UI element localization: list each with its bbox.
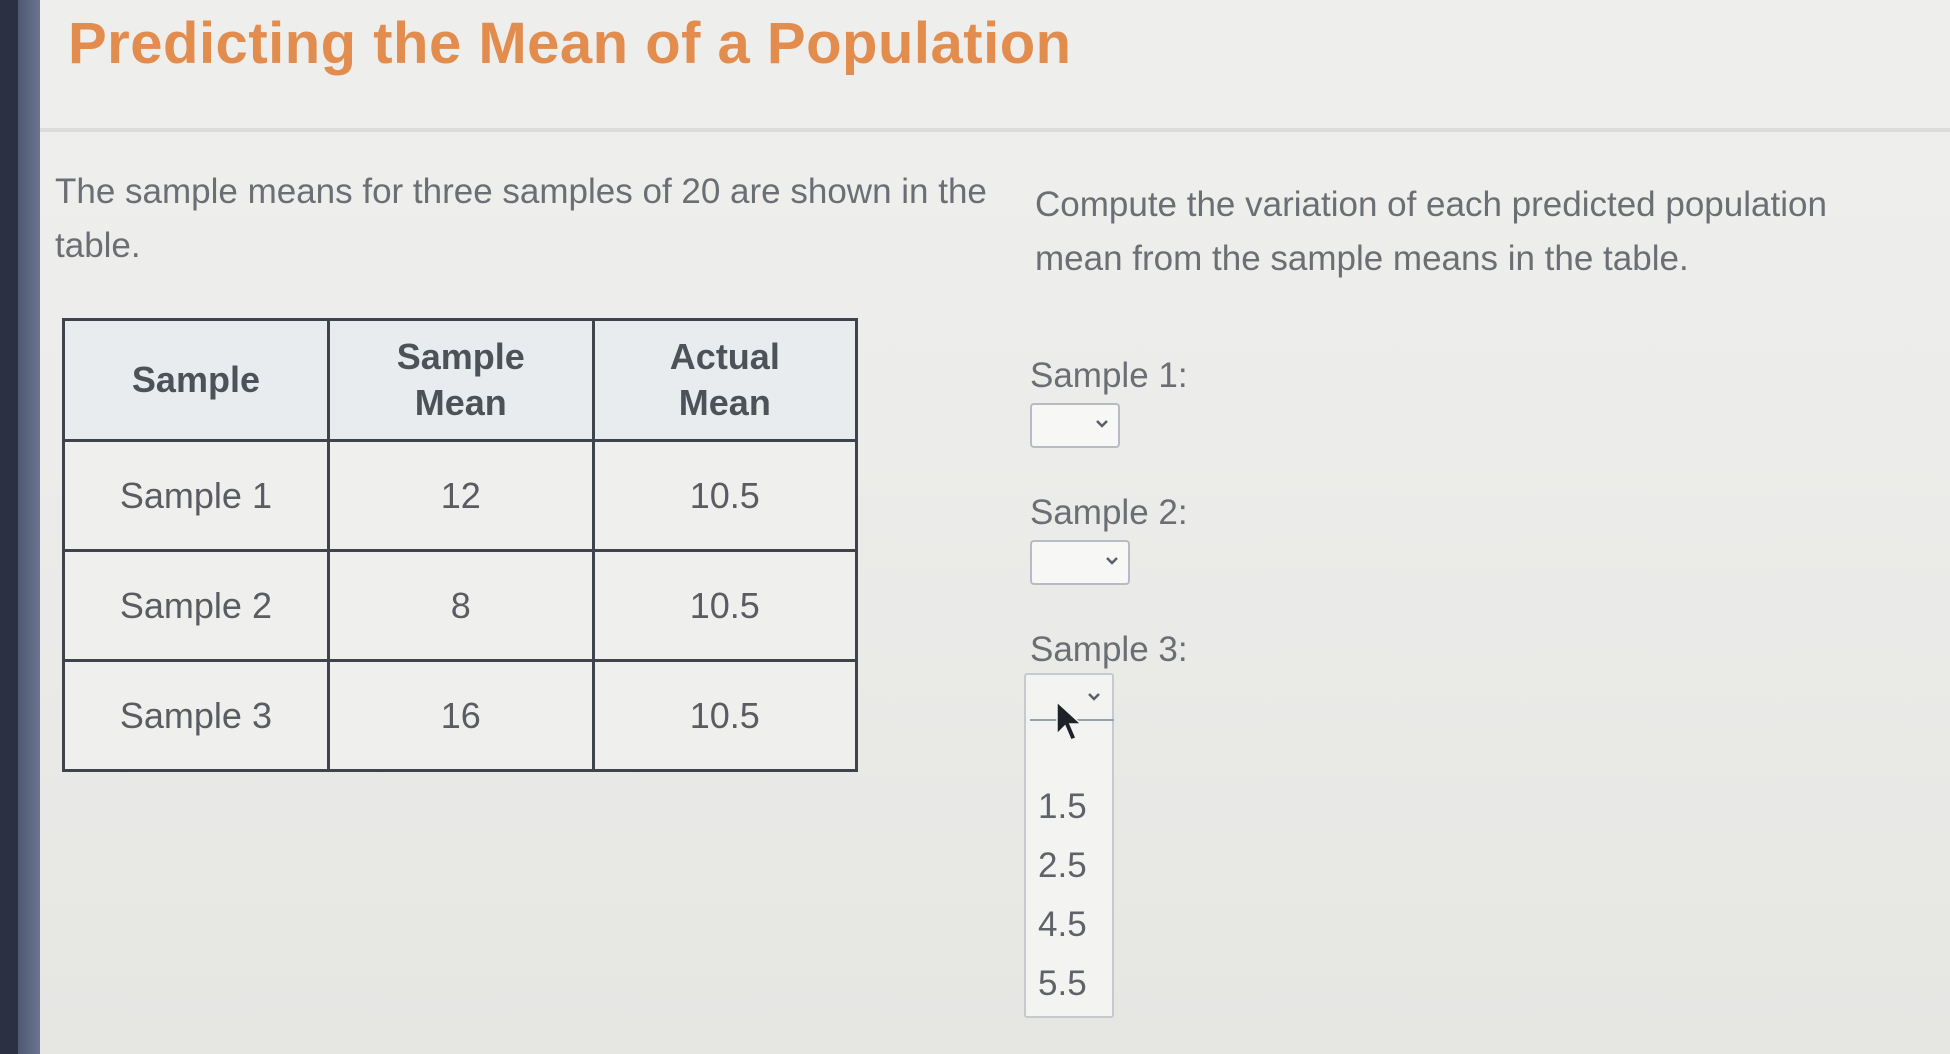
- cursor-arrow-icon: [1056, 700, 1083, 741]
- dropdown-option[interactable]: 1.5: [1038, 787, 1087, 827]
- table-header-row: Sample Sample Mean Actual Mean: [62, 318, 859, 442]
- dropdown-option[interactable]: 4.5: [1038, 905, 1087, 945]
- table-row: Sample 1 12 10.5: [62, 439, 859, 552]
- column-header-actual-mean: Actual Mean: [591, 318, 859, 442]
- chevron-down-icon: [1088, 693, 1100, 701]
- table-cell-actual-mean: 10.5: [591, 549, 859, 662]
- column-header-sample-mean: Sample Mean: [326, 318, 595, 442]
- table-cell-sample: Sample 3: [62, 659, 330, 772]
- page-header: Predicting the Mean of a Population: [40, 0, 1950, 132]
- table-cell-sample-mean: 12: [326, 439, 595, 552]
- table-cell-sample: Sample 2: [62, 549, 330, 662]
- sample-1-label: Sample 1:: [1030, 356, 1188, 395]
- bezel-edge: [0, 0, 18, 1054]
- sample-2-label: Sample 2:: [1030, 493, 1188, 532]
- table-cell-actual-mean: 10.5: [591, 439, 859, 552]
- dropdown-option[interactable]: 5.5: [1038, 964, 1087, 1004]
- column-header-sample: Sample: [62, 318, 330, 442]
- chevron-down-icon: [1096, 420, 1108, 428]
- table-row: Sample 3 16 10.5: [62, 659, 859, 772]
- table-cell-actual-mean: 10.5: [591, 659, 859, 772]
- table-cell-sample-mean: 16: [326, 659, 595, 772]
- screen: Predicting the Mean of a Population The …: [0, 0, 1950, 1054]
- monitor-bezel: [0, 0, 40, 1054]
- chevron-down-icon: [1106, 557, 1118, 565]
- table-cell-sample: Sample 1: [62, 439, 330, 552]
- sample-means-table: Sample Sample Mean Actual Mean Sample 1 …: [62, 318, 859, 772]
- table-cell-sample-mean: 8: [326, 549, 595, 662]
- sample-1-select[interactable]: [1030, 403, 1120, 448]
- page-title: Predicting the Mean of a Population: [68, 11, 1072, 76]
- sample-3-label: Sample 3:: [1030, 630, 1188, 669]
- intro-text: The sample means for three samples of 20…: [55, 172, 987, 265]
- table-row: Sample 2 8 10.5: [62, 549, 859, 662]
- dropdown-option[interactable]: 2.5: [1038, 846, 1087, 886]
- sample-2-select[interactable]: [1030, 540, 1130, 585]
- instruction-text: Compute the variation of each predicted …: [1035, 185, 1827, 278]
